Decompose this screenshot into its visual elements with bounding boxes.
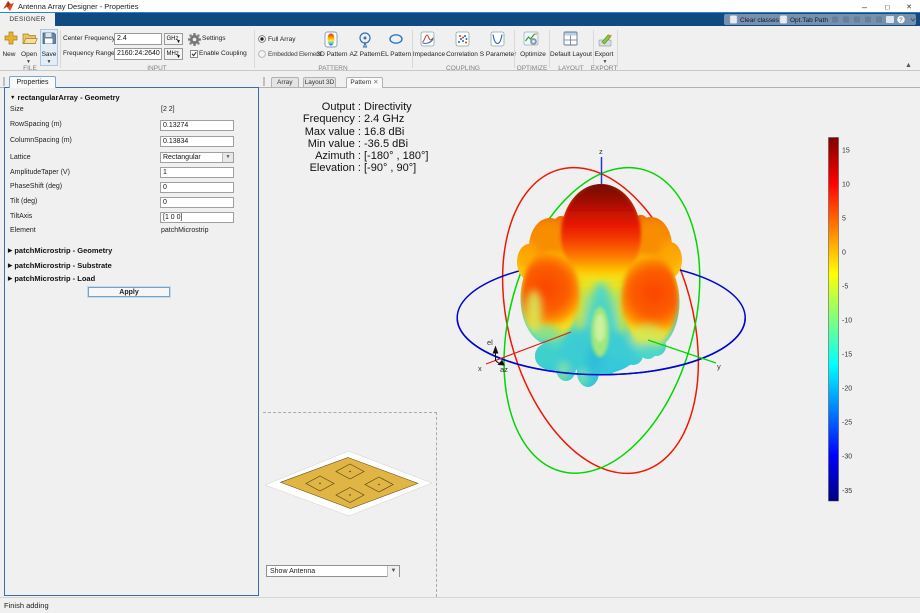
svg-text:-15: -15 [842, 352, 852, 359]
svg-text:x: x [478, 364, 482, 373]
svg-text:10: 10 [842, 182, 850, 189]
svg-text:az: az [500, 365, 508, 374]
svg-text:-35: -35 [842, 488, 852, 495]
svg-text:y: y [717, 362, 721, 371]
svg-text:Clear classes: Clear classes [740, 17, 780, 24]
svg-text:-10: -10 [842, 318, 852, 325]
svg-text:-30: -30 [842, 454, 852, 461]
svg-text:Opt.Tab Path: Opt.Tab Path [790, 17, 828, 24]
svg-text:-25: -25 [842, 420, 852, 427]
svg-text:-20: -20 [842, 386, 852, 393]
svg-text:15: 15 [842, 148, 850, 155]
svg-text:-5: -5 [842, 284, 848, 291]
svg-text:el: el [487, 338, 493, 347]
svg-text:5: 5 [842, 216, 846, 223]
svg-text:0: 0 [842, 250, 846, 257]
svg-text:z: z [599, 147, 603, 156]
